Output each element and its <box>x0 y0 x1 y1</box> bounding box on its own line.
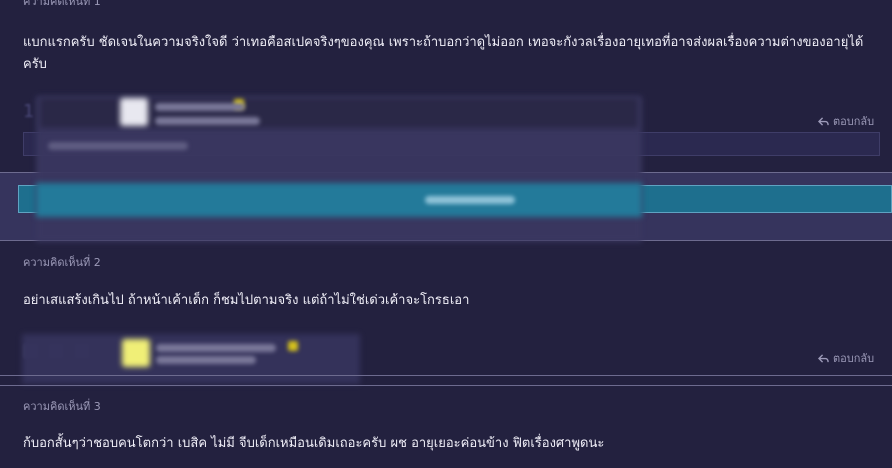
username <box>155 103 245 111</box>
comment-1-text: แบกแรกครับ ชัดเจนในความจริงใจดี ว่าเทอคื… <box>23 35 864 72</box>
comment-2-text: อย่าเสแสร้งเกินไป ถ้าหน้าเค้าเด็ก ก็ชมไป… <box>23 293 470 308</box>
popup-button[interactable] <box>36 183 642 217</box>
reply-button-2[interactable]: ตอบกลับ <box>818 349 874 367</box>
timestamp <box>155 117 260 125</box>
avatar <box>122 339 150 367</box>
reply-label: ตอบกลับ <box>833 352 875 365</box>
vote-count: 1 <box>23 101 35 122</box>
comment-1-label: ความคิดเห็นที่ 1 <box>23 0 101 8</box>
avatar <box>120 98 148 126</box>
comment-3-text: ก้บอกสั้นๆว่าชอบคนโตกว่า เบสิค ไม่มี จีบ… <box>23 436 605 451</box>
badge-icon <box>288 341 298 351</box>
popup-line <box>48 142 188 150</box>
divider <box>0 375 892 376</box>
reply-arrow-icon <box>818 116 829 126</box>
comment-2-label: ความคิดเห็นที่ 2 <box>23 256 101 269</box>
comment-3-label: ความคิดเห็นที่ 3 <box>23 400 101 413</box>
reply-label: ตอบกลับ <box>833 115 875 128</box>
popup-button-label <box>425 196 515 204</box>
reply-arrow-icon <box>818 353 829 363</box>
username <box>156 344 276 352</box>
timestamp <box>156 356 256 364</box>
reply-button-1[interactable]: ตอบกลับ <box>818 112 874 130</box>
divider <box>0 385 892 386</box>
